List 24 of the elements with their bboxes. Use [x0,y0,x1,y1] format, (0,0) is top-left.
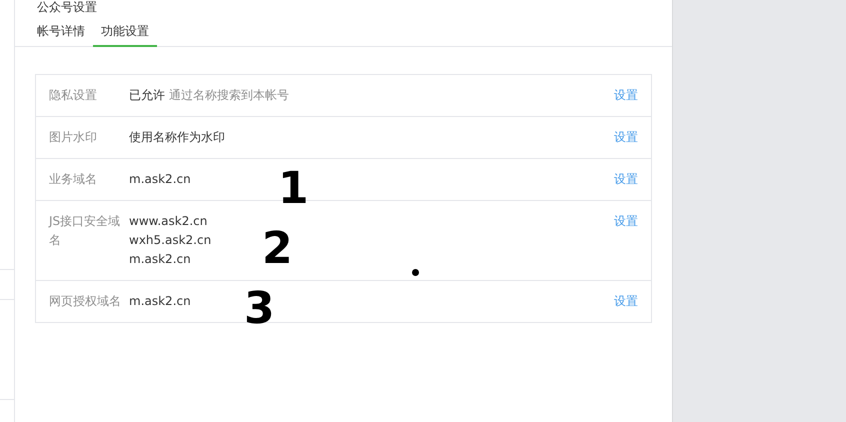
setting-label: 隐私设置 [49,87,98,104]
handwritten-number: 3 [244,287,275,331]
setting-value: m.ask2.cn [129,171,191,188]
tab[interactable]: 帐号详情 [29,18,93,47]
settings-link[interactable]: 设置 [614,212,638,231]
setting-label: 网页授权域名 [49,293,122,310]
settings-link[interactable]: 设置 [614,86,638,105]
setting-value: 已允许 通过名称搜索到本帐号 [129,87,289,104]
tab[interactable]: 功能设置 [93,18,157,47]
setting-value: m.ask2.cn [129,293,191,310]
setting-value: wxh5.ask2.cn [129,232,212,249]
settings-link[interactable]: 设置 [614,128,638,147]
dot-mark [412,269,419,276]
page-title: 公众号设置 [36,0,98,14]
setting-label: 业务域名 [49,171,98,188]
setting-value: 使用名称作为水印 [129,129,225,146]
setting-value: www.ask2.cn [129,213,208,230]
settings-link[interactable]: 设置 [614,170,638,189]
setting-value: m.ask2.cn [129,251,191,268]
handwritten-number: 1 [278,167,309,211]
settings-link[interactable]: 设置 [614,292,638,311]
handwritten-number: 2 [262,227,293,271]
setting-label: JS接口安全域名 [49,213,122,249]
setting-label: 图片水印 [49,129,98,146]
